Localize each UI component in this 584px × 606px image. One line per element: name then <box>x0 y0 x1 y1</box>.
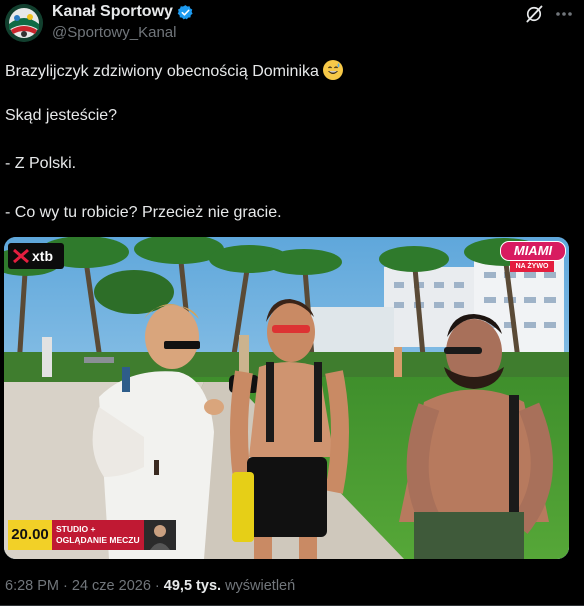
meta-separator: · <box>59 578 72 594</box>
video-scene-image <box>4 237 569 559</box>
more-options-icon[interactable] <box>553 4 575 24</box>
tweet-date[interactable]: 24 cze 2026 <box>72 578 151 594</box>
program-info: STUDIO + OGLĄDANIE MECZU <box>52 520 144 550</box>
program-time: 20.00 <box>8 520 52 550</box>
views-count: 49,5 tys. <box>163 578 222 594</box>
grok-icon[interactable] <box>524 4 544 24</box>
tweet-line-3: - Z Polski. <box>5 155 77 172</box>
program-banner: 20.00 STUDIO + OGLĄDANIE MECZU <box>8 520 176 550</box>
tweet-text-line: Brazylijczyk zdziwiony obecnością Domini… <box>5 60 343 81</box>
author-display-name[interactable]: Kanał Sportowy <box>52 3 173 21</box>
meta-separator: · <box>150 578 164 594</box>
sponsor-label: xtb <box>32 248 53 264</box>
tweet-time[interactable]: 6:28 PM <box>5 578 59 594</box>
tweet-line-2: Skąd jesteście? <box>5 107 118 124</box>
program-hosts-photo <box>144 520 176 550</box>
author-handle[interactable]: @Sportowy_Kanal <box>52 24 176 41</box>
badge-city: MIAMI <box>500 241 566 261</box>
badge-sub: NA ŻYWO <box>510 261 554 272</box>
live-badge: MIAMI NA ŻYWO <box>500 241 566 275</box>
sweat-smile-emoji-icon <box>322 60 343 80</box>
tweet-card: Kanał Sportowy @Sportowy_Kanal Brazylijc… <box>0 0 584 606</box>
tweet-line-4: - Co wy tu robicie? Przecież nie gracie. <box>5 204 282 221</box>
views-label: wyświetleń <box>221 578 296 594</box>
verified-badge-icon <box>177 4 193 19</box>
tweet-line-1: Brazylijczyk zdziwiony obecnością Domini… <box>5 63 319 80</box>
video-thumbnail[interactable]: xtb MIAMI NA ŻYWO 20.00 STUDIO + OGLĄDAN… <box>4 237 569 559</box>
channel-logo-icon <box>5 4 43 42</box>
author-avatar[interactable] <box>5 4 43 42</box>
program-studio: STUDIO + <box>56 524 96 534</box>
program-title: OGLĄDANIE MECZU <box>56 535 140 545</box>
sponsor-logo: xtb <box>8 243 64 269</box>
xtb-logo-icon <box>13 248 29 264</box>
tweet-meta: 6:28 PM · 24 cze 2026 · 49,5 tys. wyświe… <box>5 578 295 594</box>
